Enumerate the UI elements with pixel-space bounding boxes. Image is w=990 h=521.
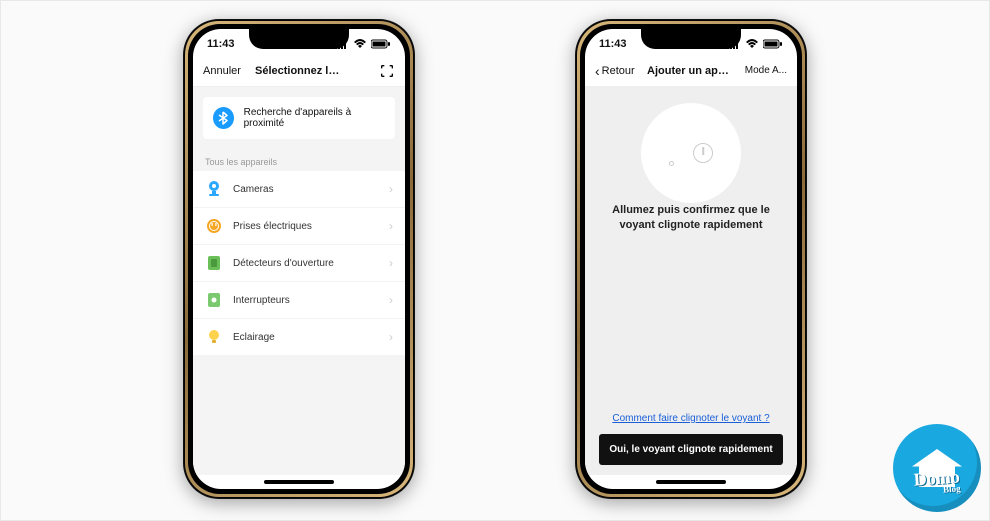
page-title: Sélectionnez le typ... (249, 65, 349, 77)
device-illustration (641, 103, 741, 203)
bluetooth-search-label: Recherche d'appareils à proximité (244, 107, 385, 129)
door-sensor-icon (205, 254, 223, 272)
category-sensors[interactable]: Détecteurs d'ouverture › (193, 245, 405, 282)
camera-icon (205, 180, 223, 198)
wifi-icon (353, 39, 367, 49)
confirm-button[interactable]: Oui, le voyant clignote rapidement (599, 434, 783, 465)
chevron-right-icon: › (389, 330, 393, 344)
bluetooth-search-card[interactable]: Recherche d'appareils à proximité (203, 97, 395, 139)
back-label: Retour (602, 65, 635, 77)
category-label: Eclairage (233, 332, 275, 343)
scan-button[interactable] (349, 63, 395, 79)
category-outlets[interactable]: Prises électriques › (193, 208, 405, 245)
category-switches[interactable]: Interrupteurs › (193, 282, 405, 319)
chevron-right-icon: › (389, 293, 393, 307)
bluetooth-icon (213, 107, 234, 129)
category-lighting[interactable]: Eclairage › (193, 319, 405, 355)
chevron-right-icon: › (389, 256, 393, 270)
scan-icon (379, 63, 395, 79)
chevron-right-icon: › (389, 219, 393, 233)
notch (249, 29, 349, 49)
home-indicator[interactable] (585, 475, 797, 489)
mode-button[interactable]: Mode A... (741, 65, 787, 76)
nav-bar: Annuler Sélectionnez le typ... (193, 55, 405, 87)
battery-icon (371, 39, 391, 49)
led-indicator-icon (669, 161, 674, 166)
battery-icon (763, 39, 783, 49)
page-title: Ajouter un appareil (641, 65, 741, 77)
switch-icon (205, 291, 223, 309)
device-category-list: Cameras › Prises électriques › Détecteur… (193, 171, 405, 355)
category-label: Interrupteurs (233, 295, 290, 306)
status-time: 11:43 (599, 38, 627, 50)
category-cameras[interactable]: Cameras › (193, 171, 405, 208)
wifi-icon (745, 39, 759, 49)
phone-right: 11:43 ‹ Retour Ajouter un appareil Mode … (575, 19, 807, 499)
brand-logo: DomoBlog (893, 424, 981, 512)
home-indicator[interactable] (193, 475, 405, 489)
category-label: Cameras (233, 184, 274, 195)
cancel-button[interactable]: Annuler (203, 65, 249, 77)
category-label: Détecteurs d'ouverture (233, 258, 334, 269)
chevron-left-icon: ‹ (595, 63, 600, 79)
bulb-icon (205, 328, 223, 346)
category-label: Prises électriques (233, 221, 312, 232)
status-time: 11:43 (207, 38, 235, 50)
instruction-text: Allumez puis confirmez que le voyant cli… (599, 203, 783, 234)
phone-left: 11:43 Annuler Sélectionnez le typ... (183, 19, 415, 499)
plug-icon (205, 217, 223, 235)
notch (641, 29, 741, 49)
power-icon (693, 143, 713, 163)
nav-bar: ‹ Retour Ajouter un appareil Mode A... (585, 55, 797, 87)
back-button[interactable]: ‹ Retour (595, 63, 641, 79)
all-devices-header: Tous les appareils (193, 149, 405, 171)
chevron-right-icon: › (389, 182, 393, 196)
help-link[interactable]: Comment faire clignoter le voyant ? (612, 413, 769, 424)
